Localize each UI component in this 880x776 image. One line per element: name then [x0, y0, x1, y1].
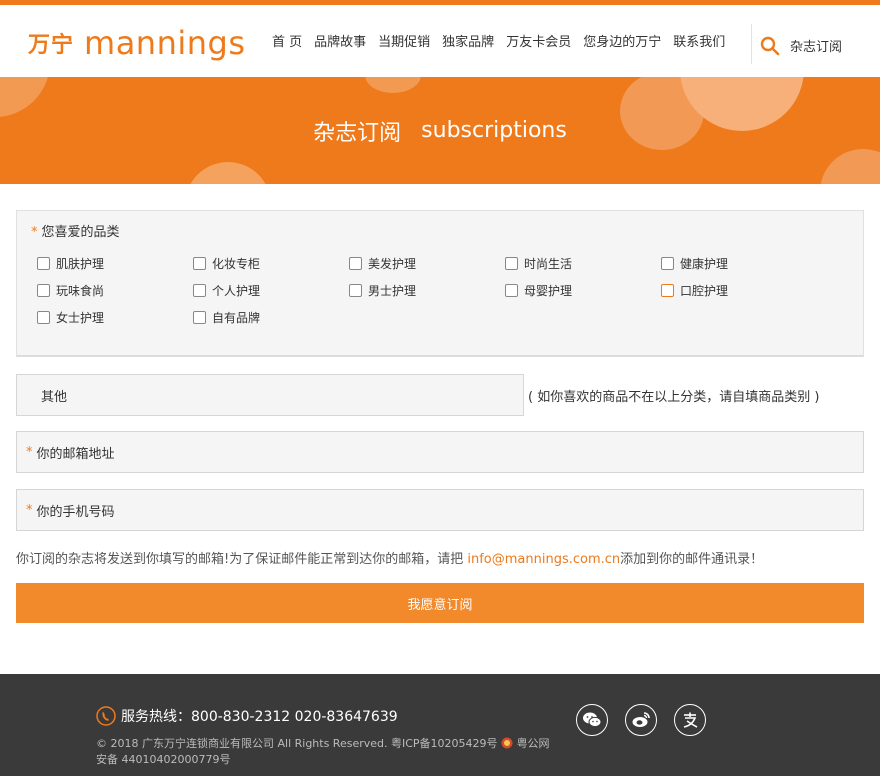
category-checkbox-label: 口腔护理 [680, 283, 729, 298]
email-placeholder: 你的邮箱地址 [36, 446, 115, 462]
checkbox-box[interactable] [37, 256, 50, 270]
checkbox-box[interactable] [37, 283, 50, 297]
category-checkbox-label: 时尚生活 [524, 256, 573, 271]
banner-title-cn: 杂志订阅 [313, 120, 402, 146]
nav-divider [751, 24, 752, 64]
nav-item-home[interactable]: 首 页 [272, 31, 302, 55]
banner-title: 杂志订阅 subscriptions [0, 77, 880, 184]
logo-en-text: mannings [84, 24, 246, 62]
banner-title-en: subscriptions [421, 118, 567, 143]
alipay-icon[interactable] [674, 704, 706, 736]
required-mark: * [26, 502, 33, 518]
checkbox-box[interactable] [661, 256, 674, 270]
search-icon[interactable] [760, 36, 780, 56]
category-checkbox[interactable]: 自有品牌 [193, 308, 349, 326]
category-checkbox-hovered[interactable]: 口腔护理 [661, 281, 817, 299]
subscription-notice: 你订阅的杂志将发送到你填写的邮箱!为了保证邮件能正常到达你的邮箱，请把 info… [16, 548, 763, 567]
page-banner: 杂志订阅 subscriptions [0, 77, 880, 184]
email-field[interactable]: * 你的邮箱地址 [16, 431, 864, 473]
subscribe-link[interactable]: 杂志订阅 [790, 36, 842, 60]
category-label: * 您喜爱的品类 [31, 221, 120, 240]
service-hotline: 服务热线：800-830-2312 020-83647639 [96, 706, 398, 726]
category-checkbox-label: 化妆专柜 [212, 256, 261, 271]
site-footer: 服务热线：800-830-2312 020-83647639 © 2018 广东… [0, 674, 880, 776]
checkbox-box[interactable] [505, 256, 518, 270]
nav-item-contact[interactable]: 联系我们 [673, 31, 725, 55]
main-nav: 首 页 品牌故事 当期促销 独家品牌 万友卡会员 您身边的万宁 联系我们 [272, 31, 737, 55]
category-checkbox[interactable]: 肌肤护理 [37, 254, 193, 272]
police-badge-icon [501, 737, 513, 749]
category-checkbox[interactable]: 健康护理 [661, 254, 817, 272]
category-checkbox-grid: 肌肤护理 化妆专柜 美发护理 时尚生活 健康护理 玩味食尚 个人护理 男士护理 … [37, 254, 847, 326]
category-checkbox[interactable]: 女士护理 [37, 308, 193, 326]
site-header: 万宁 mannings 首 页 品牌故事 当期促销 独家品牌 万友卡会员 您身边… [0, 5, 880, 77]
nav-item-exclusive-brands[interactable]: 独家品牌 [442, 31, 494, 55]
notice-text-end: 添加到你的邮件通讯录！ [620, 552, 764, 567]
checkbox-box[interactable] [37, 310, 50, 324]
wechat-icon[interactable] [576, 704, 608, 736]
category-checkbox-label: 男士护理 [368, 283, 417, 298]
checkbox-box[interactable] [505, 283, 518, 297]
copyright: © 2018 广东万宁连锁商业有限公司 All Rights Reserved.… [96, 736, 556, 768]
category-checkbox[interactable]: 化妆专柜 [193, 254, 349, 272]
category-checkbox-label: 美发护理 [368, 256, 417, 271]
required-mark: * [31, 225, 38, 240]
required-mark: * [26, 444, 33, 460]
subscribe-submit-button[interactable]: 我愿意订阅 [16, 583, 864, 623]
checkbox-box[interactable] [349, 256, 362, 270]
category-checkbox[interactable]: 男士护理 [349, 281, 505, 299]
notice-text: 你订阅的杂志将发送到你填写的邮箱!为了保证邮件能正常到达你的邮箱，请把 [16, 552, 468, 567]
copyright-text: © 2018 广东万宁连锁商业有限公司 All Rights Reserved.… [96, 737, 498, 750]
nav-item-membership[interactable]: 万友卡会员 [506, 31, 571, 55]
hotline-text: 服务热线：800-830-2312 020-83647639 [121, 709, 398, 725]
notice-email-link[interactable]: info@mannings.com.cn [467, 552, 620, 567]
phone-placeholder: 你的手机号码 [36, 504, 115, 520]
category-checkbox-label: 母婴护理 [524, 283, 573, 298]
category-checkbox[interactable]: 时尚生活 [505, 254, 661, 272]
phone-icon [96, 706, 116, 726]
nav-item-brand-story[interactable]: 品牌故事 [314, 31, 366, 55]
category-checkbox-label: 肌肤护理 [56, 256, 105, 271]
category-checkbox-label: 个人护理 [212, 283, 261, 298]
other-category-input[interactable]: 其他 [16, 374, 524, 416]
nav-item-promotions[interactable]: 当期促销 [378, 31, 430, 55]
other-category-hint: ( 如你喜欢的商品不在以上分类，请自填商品类别 ) [528, 390, 820, 405]
phone-field[interactable]: * 你的手机号码 [16, 489, 864, 531]
category-checkbox[interactable]: 美发护理 [349, 254, 505, 272]
checkbox-box[interactable] [661, 283, 674, 297]
category-checkbox[interactable]: 个人护理 [193, 281, 349, 299]
nav-item-store-locator[interactable]: 您身边的万宁 [583, 31, 661, 55]
checkbox-box[interactable] [193, 283, 206, 297]
logo-cn-text: 万宁 [28, 33, 75, 58]
category-checkbox-label: 健康护理 [680, 256, 729, 271]
other-category-placeholder: 其他 [41, 389, 68, 405]
category-checkbox-label: 玩味食尚 [56, 283, 105, 298]
checkbox-box[interactable] [193, 310, 206, 324]
category-label-text: 您喜爱的品类 [41, 225, 120, 240]
category-checkbox[interactable]: 母婴护理 [505, 281, 661, 299]
category-checkbox[interactable]: 玩味食尚 [37, 281, 193, 299]
checkbox-box[interactable] [193, 256, 206, 270]
category-selection: * 您喜爱的品类 肌肤护理 化妆专柜 美发护理 时尚生活 健康护理 玩味食尚 个人… [16, 210, 864, 357]
category-checkbox-label: 女士护理 [56, 310, 105, 325]
weibo-icon[interactable] [625, 704, 657, 736]
category-checkbox-label: 自有品牌 [212, 310, 261, 325]
checkbox-box[interactable] [349, 283, 362, 297]
mannings-logo[interactable]: 万宁 mannings [28, 23, 246, 63]
